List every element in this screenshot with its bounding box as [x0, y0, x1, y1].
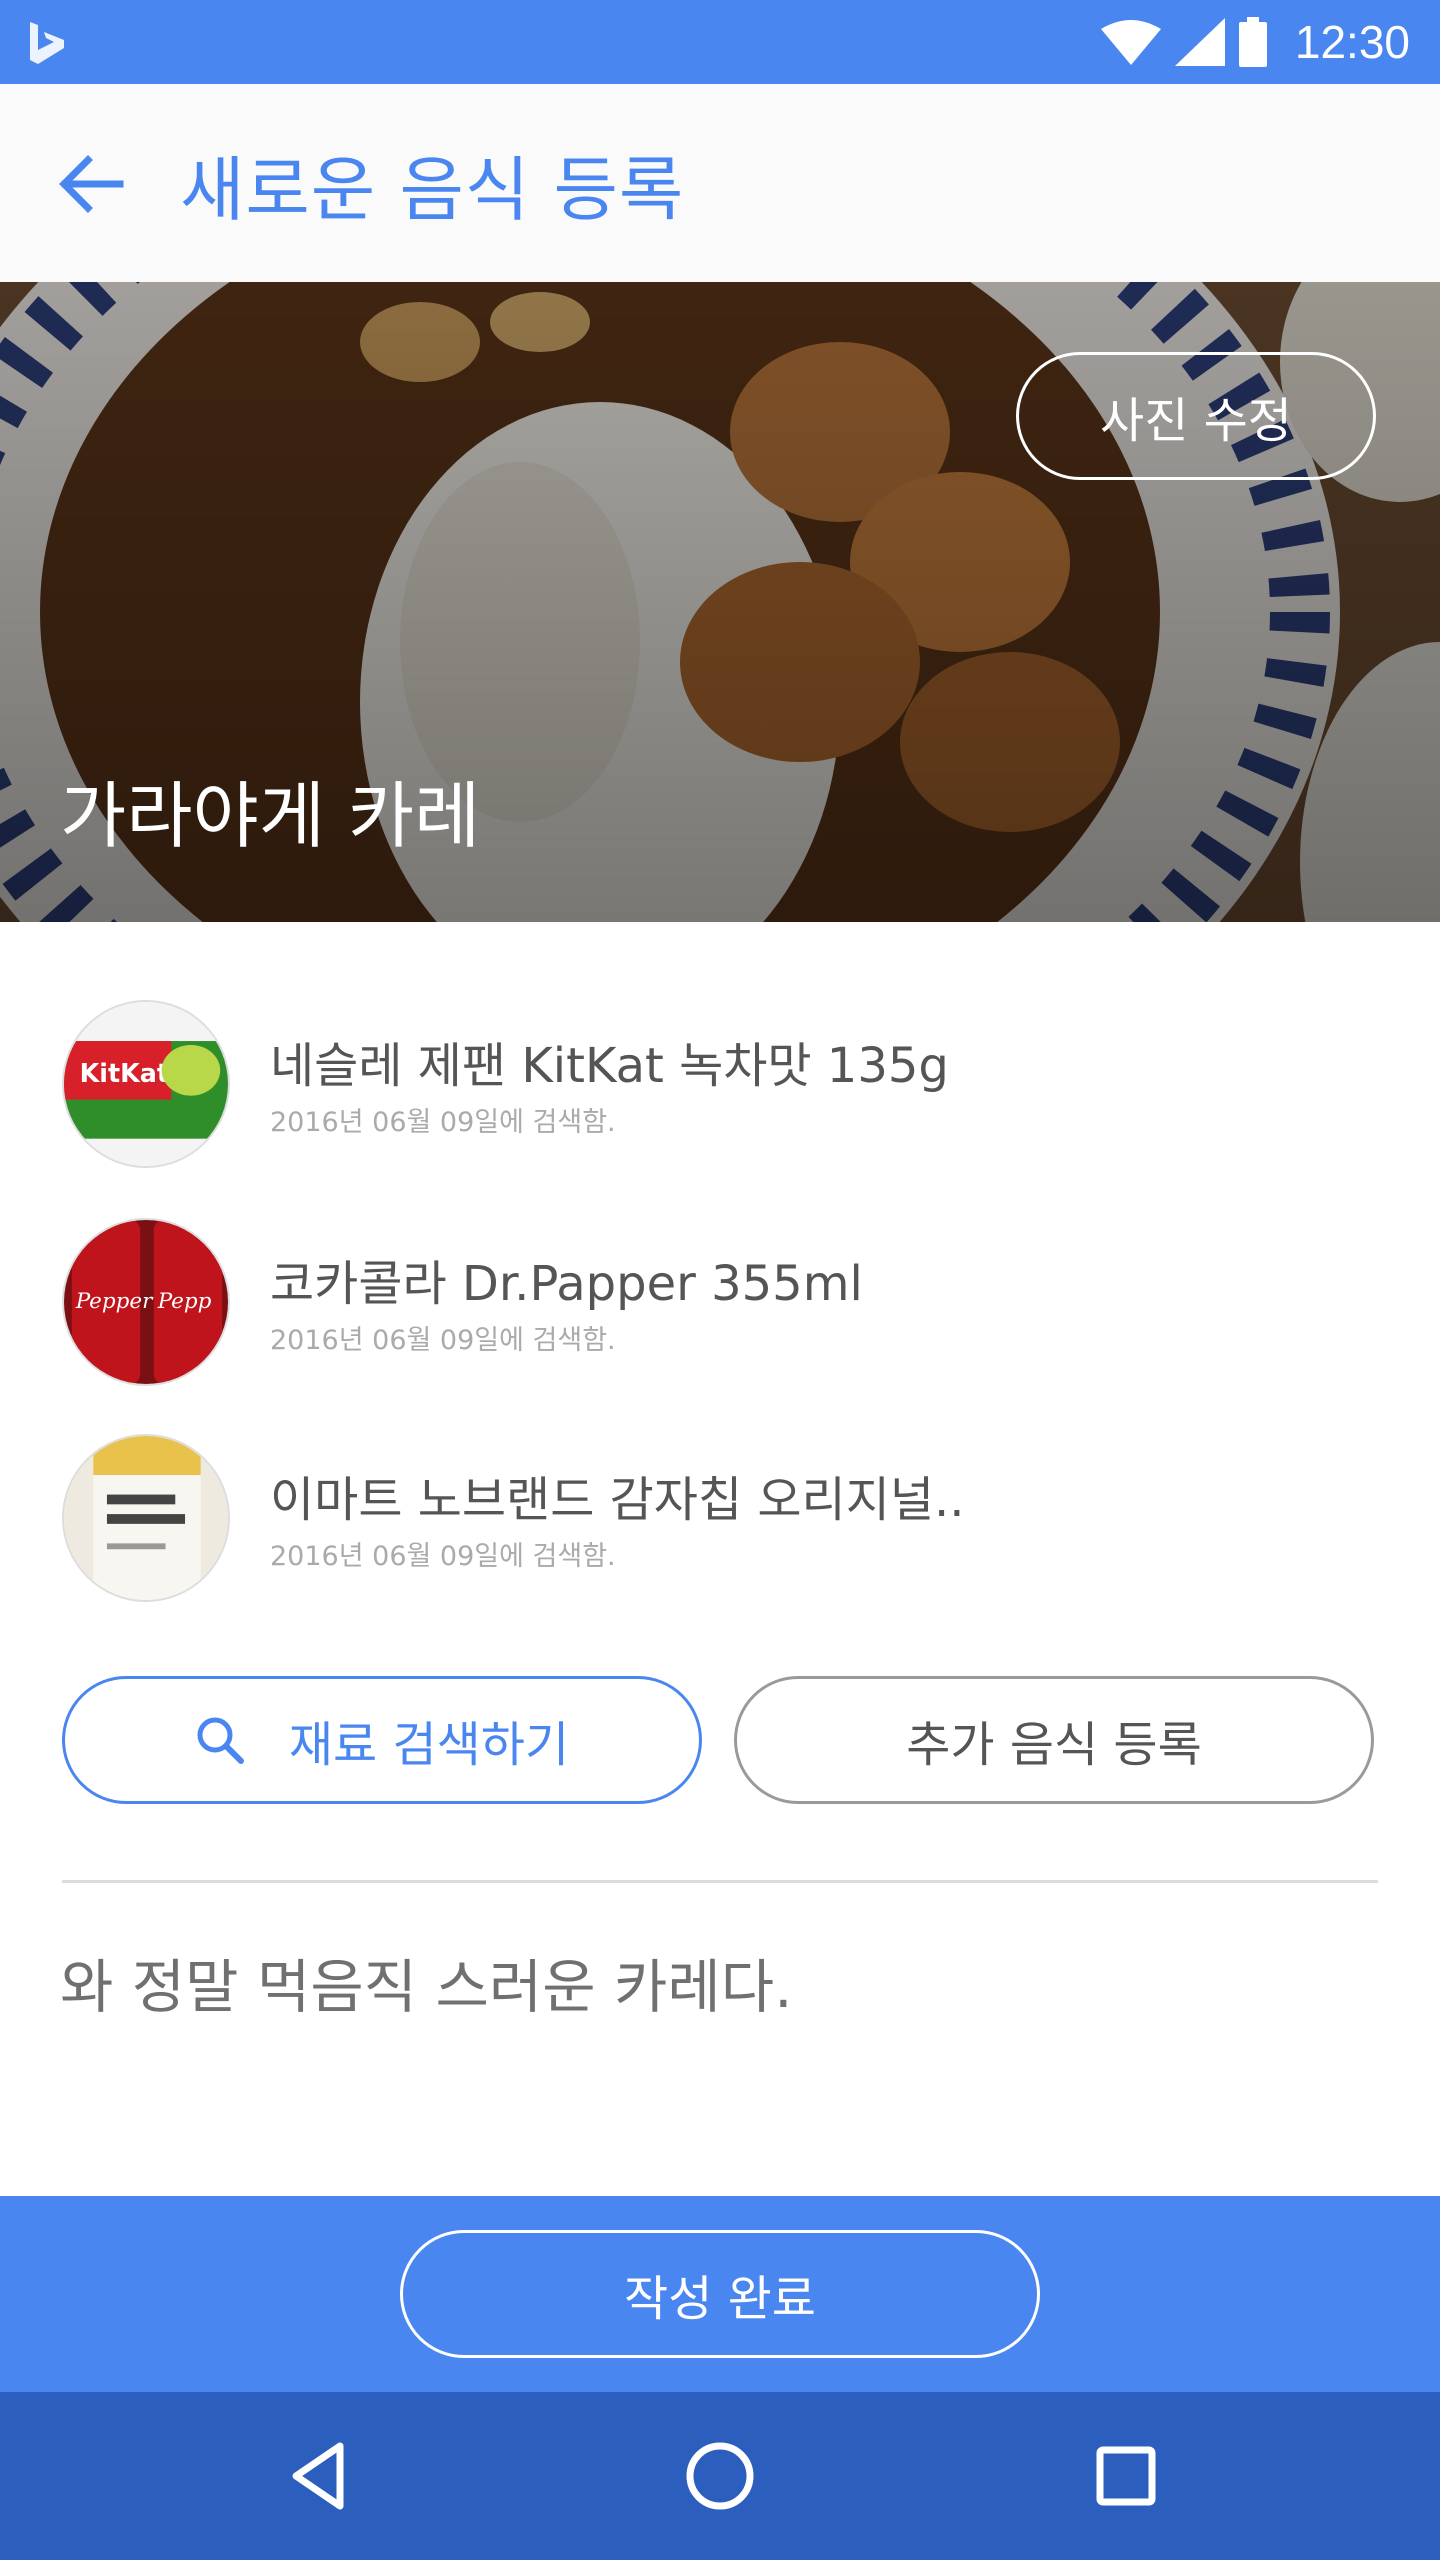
- bottom-action-bar: 작성 완료: [0, 2196, 1440, 2392]
- dish-name: 가라야게 카레: [60, 774, 481, 858]
- status-icons: 12:30: [1100, 0, 1410, 84]
- system-nav-bar: [0, 2392, 1440, 2560]
- svg-text:Pepp: Pepp: [157, 1289, 212, 1314]
- item-date: 2016년 06월 09일에 검색함.: [270, 1107, 616, 1138]
- recents-square-icon[interactable]: [1076, 2426, 1176, 2526]
- search-button-label: 재료 검색하기: [288, 1717, 570, 1773]
- item-title: 코카콜라 Dr.Papper 355ml: [270, 1256, 863, 1312]
- svg-text:Pepper: Pepper: [75, 1289, 154, 1314]
- list-item[interactable]: 이마트 노브랜드 감자칩 오리지널.. 2016년 06월 09일에 검색함.: [0, 1434, 1440, 1634]
- comment-text[interactable]: 와 정말 먹음직 스러운 카레다.: [60, 1940, 793, 2024]
- dr-pepper-thumbnail: Pepper Pepp: [62, 1218, 230, 1386]
- submit-button[interactable]: 작성 완료: [400, 2230, 1040, 2358]
- list-item[interactable]: KitKat 네슬레 제팬 KitKat 녹차맛 135g 2016년 06월 …: [0, 1000, 1440, 1200]
- search-icon: [197, 1717, 244, 1764]
- hero-photo: 사진 수정 가라야게 카레: [0, 282, 1440, 922]
- signal-icon: [1174, 18, 1225, 66]
- search-ingredient-button[interactable]: 재료 검색하기: [62, 1676, 702, 1804]
- item-date: 2016년 06월 09일에 검색함.: [270, 1541, 616, 1572]
- add-button-label: 추가 음식 등록: [906, 1717, 1202, 1773]
- status-time: 12:30: [1294, 16, 1410, 68]
- status-bar: 12:30: [0, 0, 1440, 84]
- potato-chip-thumbnail: [62, 1434, 230, 1602]
- item-title: 네슬레 제팬 KitKat 녹차맛 135g: [270, 1038, 949, 1094]
- page-title: 새로운 음식 등록: [180, 149, 685, 231]
- app-logo-icon: [30, 22, 64, 64]
- kitkat-thumbnail: KitKat: [62, 1000, 230, 1168]
- edit-photo-button[interactable]: 사진 수정: [1016, 352, 1376, 480]
- app-bar: 새로운 음식 등록: [0, 84, 1440, 282]
- divider: [62, 1880, 1378, 1883]
- battery-icon: [1238, 17, 1267, 67]
- home-circle-icon[interactable]: [670, 2426, 770, 2526]
- svg-text:KitKat: KitKat: [80, 1058, 169, 1088]
- wifi-icon: [1100, 20, 1161, 65]
- item-title: 이마트 노브랜드 감자칩 오리지널..: [270, 1472, 965, 1528]
- arrow-left-icon[interactable]: [56, 148, 128, 220]
- back-triangle-icon[interactable]: [268, 2426, 368, 2526]
- add-food-button[interactable]: 추가 음식 등록: [734, 1676, 1374, 1804]
- item-date: 2016년 06월 09일에 검색함.: [270, 1325, 616, 1356]
- list-item[interactable]: Pepper Pepp 코카콜라 Dr.Papper 355ml 2016년 0…: [0, 1218, 1440, 1418]
